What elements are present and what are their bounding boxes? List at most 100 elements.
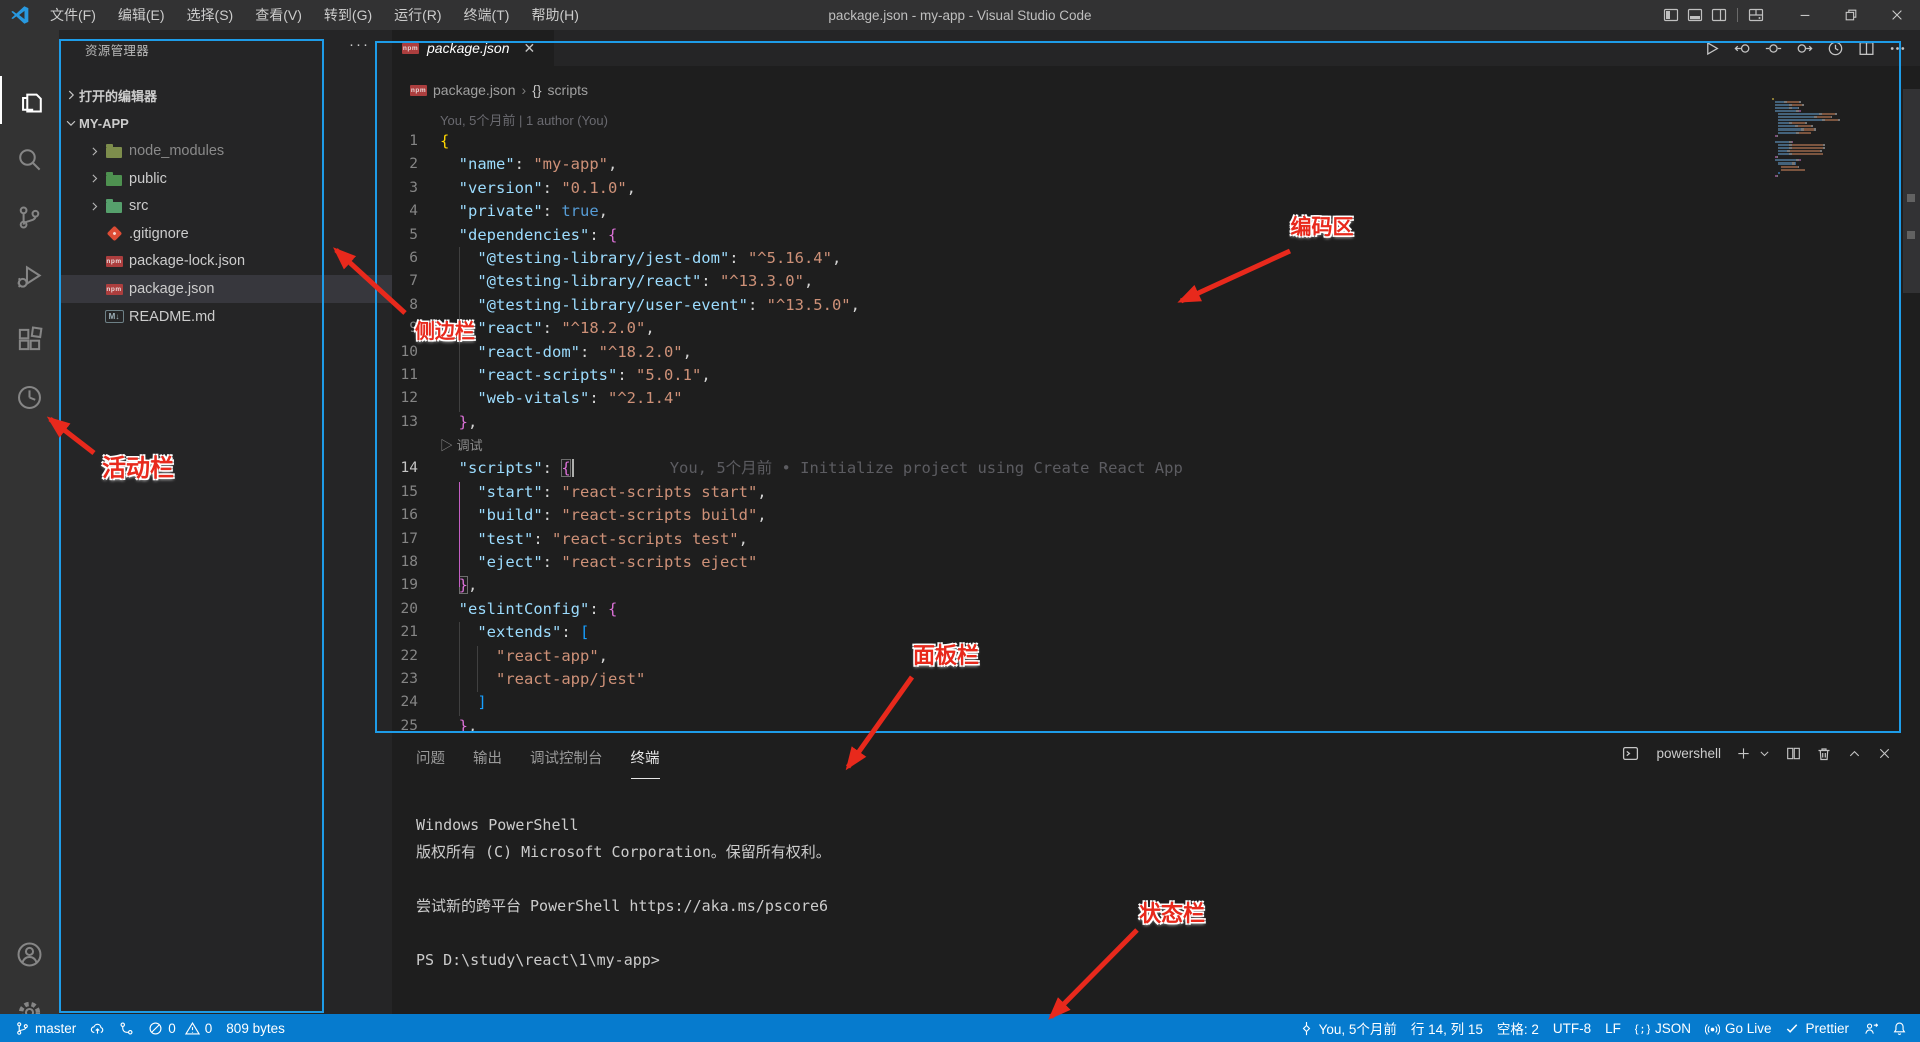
activity-source-control[interactable] (0, 193, 59, 241)
status-file-size[interactable]: 809 bytes (219, 1014, 292, 1042)
section-label: MY-APP (79, 115, 129, 131)
sidebar-section-root[interactable]: MY-APP (59, 111, 392, 135)
panel-tab-问题[interactable]: 问题 (416, 747, 445, 779)
activity-gitlens[interactable] (0, 373, 59, 421)
line-number: 8 (409, 296, 418, 313)
sidebar-more-actions-icon[interactable]: ··· (349, 36, 370, 53)
status-eol[interactable]: LF (1598, 1014, 1628, 1042)
more-actions-icon[interactable] (1889, 40, 1906, 57)
status-go-live[interactable]: Go Live (1698, 1014, 1779, 1042)
tree-item-src[interactable]: src (59, 192, 392, 220)
tree-item-public[interactable]: public (59, 165, 392, 193)
line-number: 24 (400, 694, 418, 711)
activity-run-debug[interactable] (0, 251, 59, 299)
status-branch[interactable]: master (8, 1014, 83, 1042)
gitlens-compare-icon[interactable] (1765, 40, 1782, 57)
status-publish[interactable] (83, 1014, 112, 1042)
gitlens-prev-change-icon[interactable] (1734, 40, 1751, 57)
status-blame[interactable]: You, 5个月前 (1292, 1014, 1404, 1042)
toggle-secondary-sidebar-icon[interactable] (1711, 7, 1727, 23)
status-cursor-position[interactable]: 行 14, 列 15 (1404, 1014, 1490, 1042)
shell-name[interactable]: powershell (1656, 746, 1721, 761)
terminal-icon (1622, 745, 1639, 762)
toggle-panel-icon[interactable] (1687, 7, 1703, 23)
md-file-icon: M↓ (103, 310, 125, 324)
status-feedback[interactable] (1856, 1014, 1885, 1042)
status-prettier[interactable]: Prettier (1778, 1014, 1856, 1042)
tree-item-package-lock.json[interactable]: npm package-lock.json (59, 247, 392, 275)
menu-终端[interactable]: 终端(T) (454, 2, 520, 28)
customize-layout-icon[interactable] (1748, 7, 1764, 23)
indent-guide (477, 646, 478, 692)
svg-text:{;}: {;} (1635, 1023, 1650, 1035)
activity-search[interactable] (0, 135, 59, 183)
title-bar: 文件(F) 编辑(E) 选择(S) 查看(V) 转到(G) 运行(R) 终端(T) 帮助(H)… (0, 0, 1920, 30)
toggle-sidebar-icon[interactable] (1663, 7, 1679, 23)
status-notifications[interactable] (1885, 1014, 1914, 1042)
code-line-5: 5 "dependencies": { (376, 224, 1770, 247)
activity-explorer[interactable] (0, 76, 61, 124)
activity-account[interactable] (0, 930, 59, 978)
status-language[interactable]: {;}JSON (1628, 1014, 1698, 1042)
tree-item-.gitignore[interactable]: .gitignore (59, 220, 392, 248)
menu-文件[interactable]: 文件(F) (40, 2, 106, 28)
branch-icon (15, 1021, 30, 1036)
code-editor[interactable]: 1{2 "name": "my-app", 3 "version": "0.1.0… (376, 130, 1770, 732)
tree-item-node_modules[interactable]: node_modules (59, 137, 392, 165)
code-line-4: 4 "private": true, (376, 200, 1770, 223)
tree-item-README.md[interactable]: M↓ README.md (59, 303, 392, 331)
code-line-20: 20 "eslintConfig": { (376, 598, 1770, 621)
menu-选择[interactable]: 选择(S) (177, 2, 244, 28)
code-line-14: 14 "scripts": {You, 5个月前 • Initialize pr… (376, 457, 1770, 480)
codelens-debug[interactable]: ▷ 调试 (440, 434, 483, 457)
breadcrumb[interactable]: npm package.json › {} scripts (410, 82, 588, 98)
status-encoding[interactable]: UTF-8 (1546, 1014, 1598, 1042)
npm-file-icon: npm (402, 42, 419, 54)
menu-编辑[interactable]: 编辑(E) (108, 2, 175, 28)
panel-toolbar: powershell (1622, 745, 1892, 762)
terminal-output[interactable]: Windows PowerShell 版权所有 (C) Microsoft Co… (416, 812, 831, 974)
status-git-graph[interactable] (112, 1014, 141, 1042)
separator (1737, 8, 1738, 22)
tab-package-json[interactable]: npm package.json ✕ (392, 30, 554, 66)
file-history-icon[interactable] (1827, 40, 1844, 57)
tab-close-icon[interactable]: ✕ (524, 40, 536, 57)
maximize-panel-icon[interactable] (1847, 746, 1862, 761)
editor-scrollbar[interactable] (1903, 89, 1920, 293)
restore-button[interactable] (1828, 0, 1874, 30)
panel-tab-输出[interactable]: 输出 (473, 747, 502, 779)
close-panel-icon[interactable] (1877, 746, 1892, 761)
breadcrumb-symbol[interactable]: scripts (548, 82, 588, 98)
cloud-upload-icon (90, 1021, 105, 1036)
new-terminal-icon[interactable] (1736, 746, 1751, 761)
status-problems[interactable]: 00 (141, 1014, 219, 1042)
breadcrumb-file[interactable]: package.json (433, 82, 516, 98)
menu-查看[interactable]: 查看(V) (245, 2, 312, 28)
minimap-line (1772, 174, 1898, 177)
menu-运行[interactable]: 运行(R) (384, 2, 451, 28)
menu-帮助[interactable]: 帮助(H) (521, 2, 588, 28)
kill-terminal-icon[interactable] (1816, 746, 1832, 762)
close-window-button[interactable] (1874, 0, 1920, 30)
activity-extensions[interactable] (0, 315, 59, 363)
split-terminal-icon[interactable] (1786, 746, 1801, 761)
panel-tab-终端[interactable]: 终端 (630, 747, 660, 779)
panel-tab-调试控制台[interactable]: 调试控制台 (530, 747, 603, 779)
code-line-3: 3 "version": "0.1.0", (376, 177, 1770, 200)
panel: 问题 输出 调试控制台 终端 powershell Windows PowerShel… (392, 733, 1920, 1014)
gitlens-next-change-icon[interactable] (1796, 40, 1813, 57)
menu-转到[interactable]: 转到(G) (314, 2, 382, 28)
npm-file-icon: npm (410, 84, 427, 96)
status-indentation[interactable]: 空格: 2 (1490, 1014, 1546, 1042)
tree-item-package.json[interactable]: npm package.json (59, 275, 392, 303)
code-line-8: 8 "@testing-library/user-event": "^13.5.… (376, 294, 1770, 317)
line-number: 12 (400, 390, 418, 407)
sidebar-section-open-editors[interactable]: 打开的编辑器 (59, 83, 392, 107)
line-number: 4 (409, 203, 418, 220)
minimap[interactable] (1772, 97, 1898, 177)
split-editor-icon[interactable] (1858, 40, 1875, 57)
run-button-icon[interactable] (1703, 40, 1720, 57)
launch-profile-chevron-icon[interactable] (1758, 747, 1771, 760)
line-number: 22 (400, 647, 418, 664)
minimize-button[interactable] (1782, 0, 1828, 30)
